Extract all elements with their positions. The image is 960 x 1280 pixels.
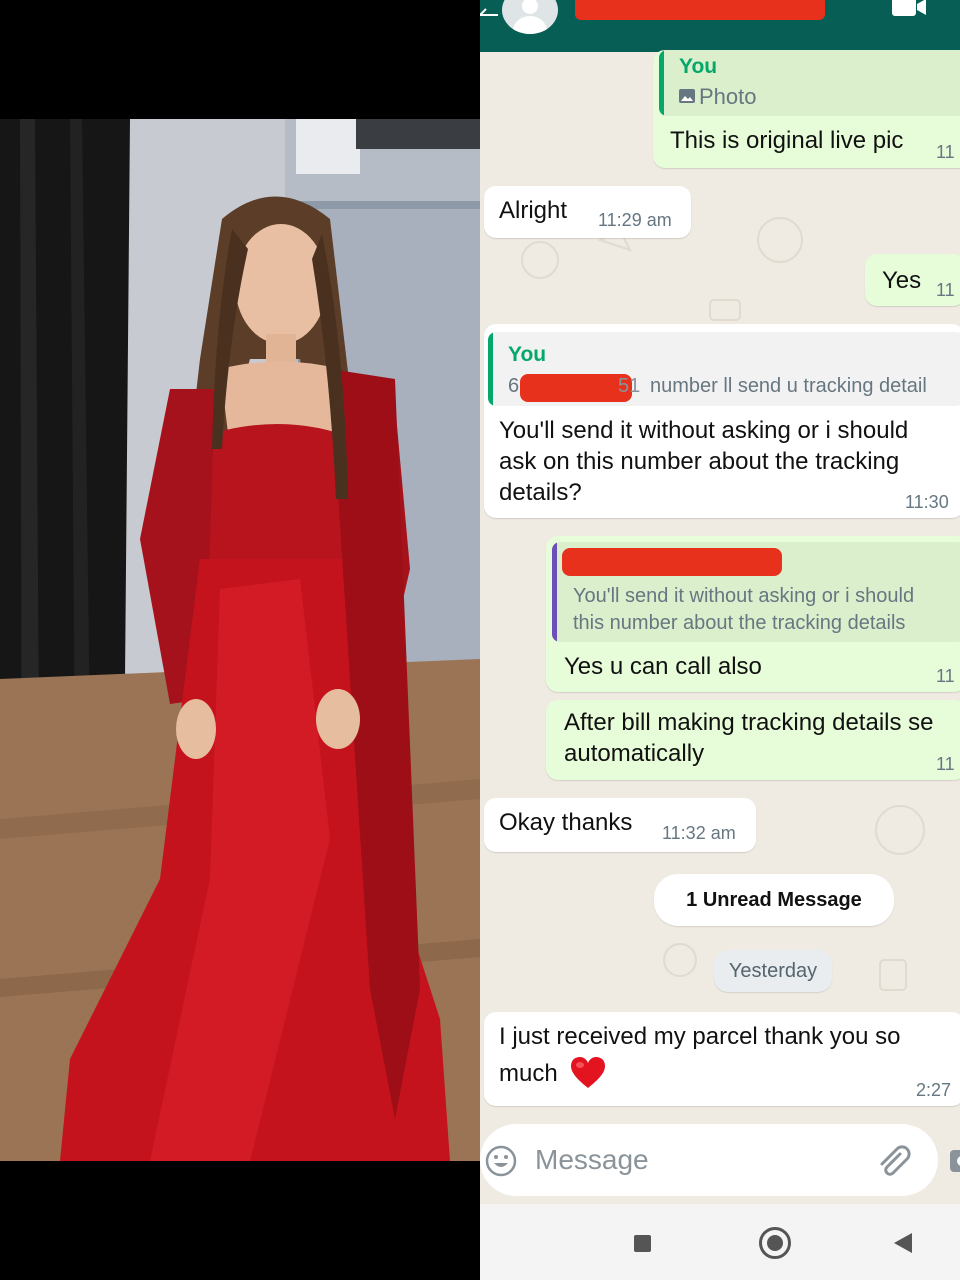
- dress-photo: [0, 119, 480, 1161]
- back-arrow-icon[interactable]: [480, 6, 498, 27]
- message-text: Okay thanks: [499, 809, 633, 836]
- message-text-line-1: I just received my parcel thank you so: [499, 1023, 901, 1050]
- message-bubble-outgoing[interactable]: After bill making tracking details se au…: [546, 700, 960, 780]
- message-bubble-outgoing[interactable]: You'll send it without asking or i shoul…: [546, 536, 960, 692]
- redacted-contact-name[interactable]: [575, 0, 825, 20]
- message-time: 2:27: [916, 1080, 952, 1100]
- message-time: 11: [936, 666, 955, 686]
- camera-icon[interactable]: [950, 1146, 960, 1176]
- message-time: 11: [936, 280, 955, 300]
- video-call-icon[interactable]: [892, 0, 928, 18]
- left-panel: [0, 0, 480, 1280]
- quoted-message[interactable]: You Photo: [659, 50, 960, 116]
- message-bubble-incoming[interactable]: I just received my parcel thank you so m…: [484, 1012, 960, 1106]
- quote-text-line-1: You'll send it without asking or i shoul…: [573, 585, 915, 607]
- unread-messages-badge: 1 Unread Message: [654, 874, 894, 926]
- message-text-line-2: automatically: [564, 740, 705, 767]
- redacted-phone-number: [520, 374, 632, 402]
- quote-author: You: [679, 55, 718, 78]
- triangle-back-icon[interactable]: [894, 1233, 912, 1253]
- quote-text-prefix-2: 51: [618, 375, 641, 397]
- message-time: 11: [936, 754, 955, 774]
- photo-icon: [679, 89, 695, 103]
- message-text: This is original live pic: [670, 127, 904, 154]
- date-label: Yesterday: [728, 960, 818, 982]
- message-time: 11:32 am: [662, 823, 736, 843]
- message-time: 11:29 am: [598, 210, 672, 230]
- message-placeholder: Message: [535, 1144, 649, 1175]
- square-recents-icon[interactable]: [634, 1235, 651, 1252]
- quoted-message[interactable]: You 6 number ll send u tracking detail 5…: [488, 332, 960, 406]
- message-text-line-1: After bill making tracking details se: [564, 709, 934, 736]
- chat-header: [480, 0, 960, 52]
- message-input[interactable]: Message: [480, 1124, 938, 1196]
- message-bubble-outgoing[interactable]: You Photo This is original live pic 11: [653, 50, 960, 168]
- quote-text: number ll send u tracking detail: [650, 375, 927, 397]
- quote-text-prefix: 6: [508, 375, 520, 397]
- message-text: Alright: [499, 197, 568, 224]
- emoji-icon[interactable]: [484, 1144, 518, 1178]
- message-text: Yes u can call also: [564, 653, 762, 680]
- paperclip-icon[interactable]: [876, 1144, 912, 1180]
- message-time: 11:30: [905, 492, 949, 512]
- unread-label: 1 Unread Message: [686, 889, 862, 911]
- message-bubble-incoming[interactable]: Alright 11:29 am: [484, 186, 691, 238]
- dress-photo-illustration: [0, 119, 480, 1161]
- system-navigation-bar: [480, 1204, 960, 1280]
- message-text-line-2: ask on this number about the tracking: [499, 448, 900, 475]
- quote-text: Photo: [699, 84, 757, 109]
- message-composer: Message: [480, 1124, 960, 1196]
- red-heart-emoji-icon: [571, 1057, 605, 1088]
- message-time: 11: [936, 142, 955, 162]
- message-bubble-incoming[interactable]: You 6 number ll send u tracking detail 5…: [484, 324, 960, 518]
- message-text-line-3: details?: [499, 479, 582, 506]
- chat-panel: You Photo This is original live pic 11 A…: [480, 0, 960, 1280]
- message-text-line-1: You'll send it without asking or i shoul…: [499, 417, 909, 444]
- quote-author: You: [508, 343, 547, 366]
- message-text-line-2: much: [499, 1060, 558, 1087]
- quote-text-line-2: this number about the tracking details: [573, 612, 906, 634]
- message-bubble-outgoing[interactable]: Yes 11: [865, 254, 960, 306]
- message-text: Yes: [882, 267, 922, 294]
- date-divider: Yesterday: [714, 950, 832, 992]
- redacted-quote-author: [562, 548, 782, 576]
- message-bubble-incoming[interactable]: Okay thanks 11:32 am: [484, 798, 756, 852]
- contact-avatar-icon[interactable]: [502, 0, 558, 34]
- circle-home-icon[interactable]: [759, 1227, 791, 1259]
- quoted-message[interactable]: You'll send it without asking or i shoul…: [552, 542, 960, 642]
